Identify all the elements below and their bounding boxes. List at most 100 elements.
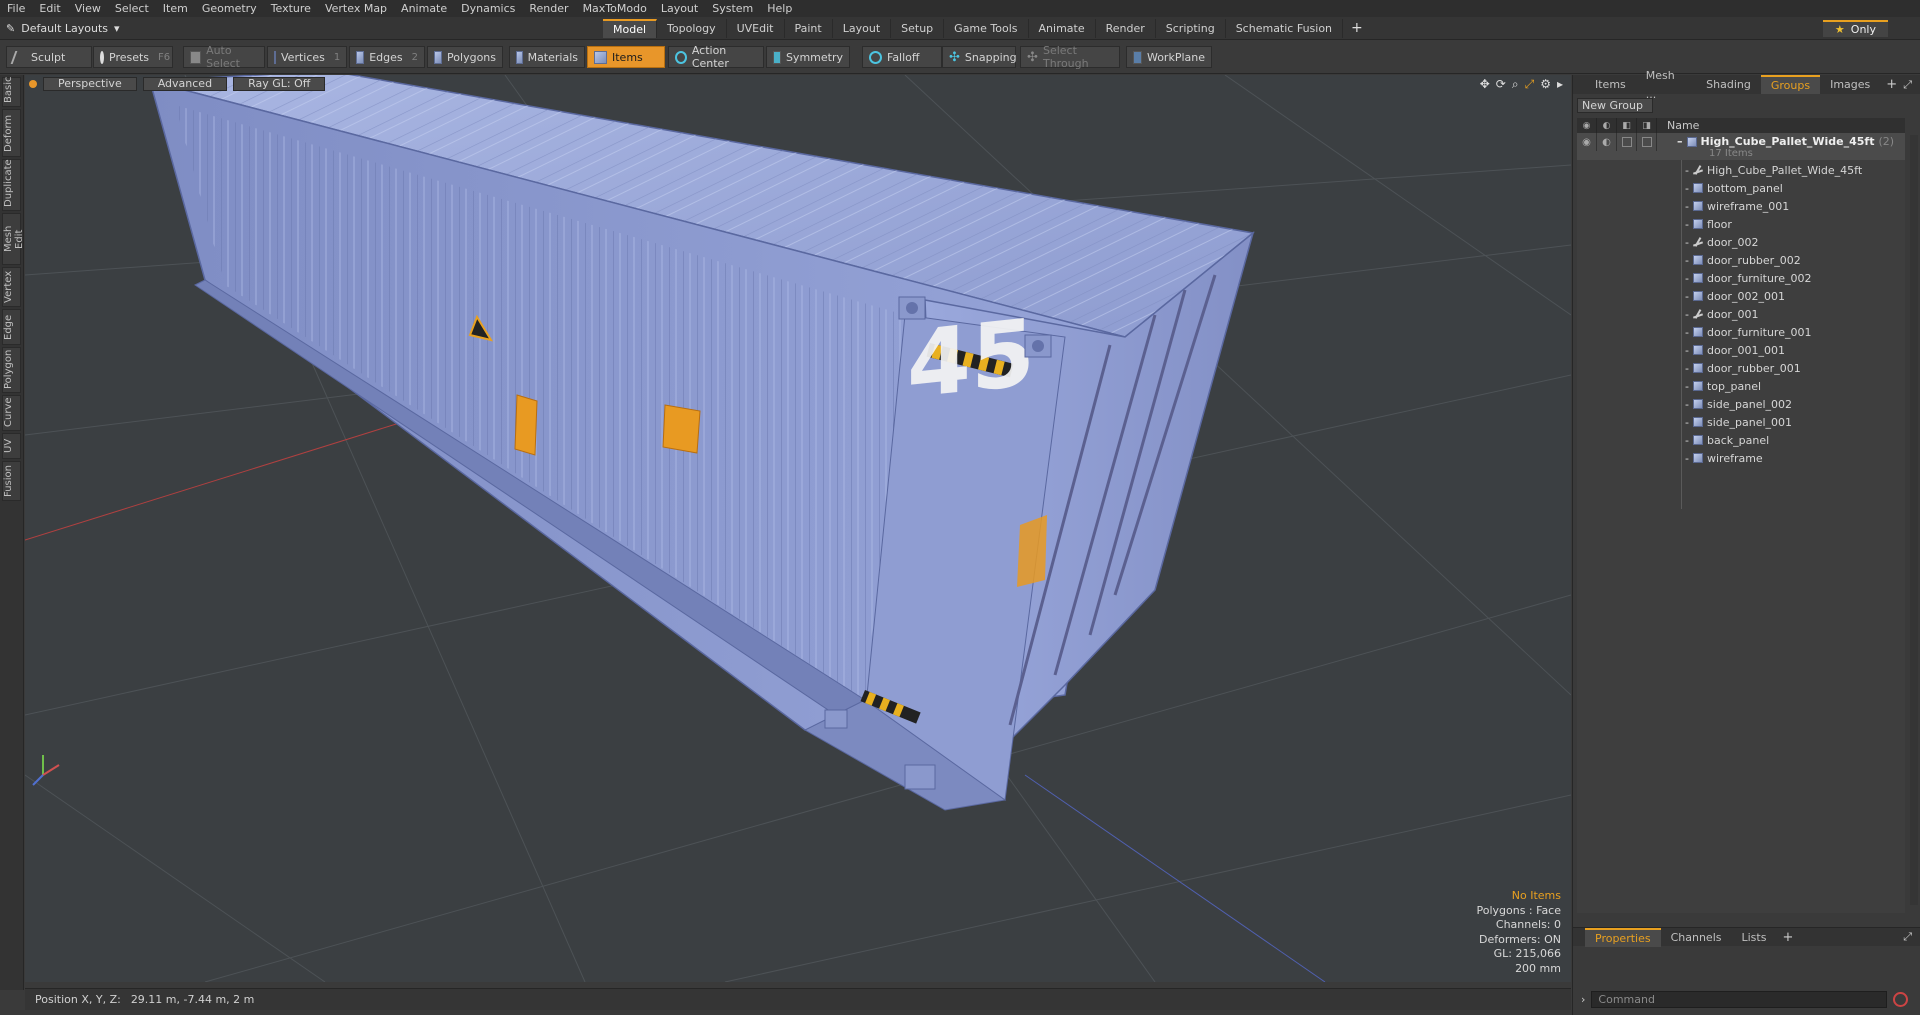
panel-tab-images[interactable]: Images: [1820, 75, 1880, 94]
layout-tab-layout[interactable]: Layout: [833, 19, 892, 38]
list-item[interactable]: - door_002: [1577, 233, 1905, 251]
list-item[interactable]: - bottom_panel: [1577, 179, 1905, 197]
list-item[interactable]: - door_rubber_001: [1577, 359, 1905, 377]
perspective-dropdown[interactable]: Perspective: [43, 76, 137, 91]
layout-tab-scripting[interactable]: Scripting: [1156, 19, 1226, 38]
collapse-icon[interactable]: –: [1677, 135, 1683, 148]
menu-dynamics[interactable]: Dynamics: [454, 2, 522, 15]
list-item[interactable]: - High_Cube_Pallet_Wide_45ft: [1577, 161, 1905, 179]
layout-tab-setup[interactable]: Setup: [891, 19, 945, 38]
select-toggle[interactable]: [1637, 133, 1657, 151]
menu-help[interactable]: Help: [760, 2, 799, 15]
move-icon[interactable]: ✥: [1480, 77, 1490, 92]
list-item[interactable]: - side_panel_002: [1577, 395, 1905, 413]
list-item[interactable]: - door_001_001: [1577, 341, 1905, 359]
stop-icon[interactable]: [1893, 991, 1909, 1007]
list-item[interactable]: - back_panel: [1577, 431, 1905, 449]
left-tab-fusion[interactable]: Fusion: [2, 461, 21, 501]
menu-maxtomodo[interactable]: MaxToModo: [576, 2, 654, 15]
menu-texture[interactable]: Texture: [264, 2, 318, 15]
expand-icon[interactable]: ▸: [1557, 77, 1563, 92]
bottom-tab-lists[interactable]: Lists: [1732, 928, 1777, 947]
group-row[interactable]: ◉ ◐ – High_Cube_Pallet_Wide_45ft (2) 17 Items: [1577, 133, 1905, 160]
layout-tab-render[interactable]: Render: [1096, 19, 1156, 38]
visibility-column-icon[interactable]: ◉: [1577, 118, 1597, 133]
items-button[interactable]: Items: [587, 46, 665, 68]
raygl-toggle[interactable]: Ray GL: Off: [233, 76, 326, 91]
list-item[interactable]: - door_001: [1577, 305, 1905, 323]
action-center-button[interactable]: Action Center: [668, 44, 764, 70]
select-column-icon[interactable]: ◨: [1637, 118, 1657, 133]
left-tab-curve[interactable]: Curve: [2, 395, 21, 431]
left-tab-edge[interactable]: Edge: [2, 309, 21, 345]
add-panel-tab-icon[interactable]: +: [1880, 77, 1903, 92]
3d-viewport[interactable]: 45 Perspective Advanced Ray GL: Off ✥ ⟳ …: [25, 75, 1571, 982]
list-item[interactable]: - top_panel: [1577, 377, 1905, 395]
list-item[interactable]: - floor: [1577, 215, 1905, 233]
polygons-button[interactable]: Polygons: [427, 46, 503, 68]
layout-tab-animate[interactable]: Animate: [1029, 19, 1096, 38]
list-item[interactable]: - side_panel_001: [1577, 413, 1905, 431]
left-tab-polygon[interactable]: Polygon: [2, 347, 21, 393]
zoom-icon[interactable]: ⌕: [1512, 77, 1519, 92]
snapping-button[interactable]: ✣ Snapping: [942, 46, 1017, 68]
menu-file[interactable]: File: [0, 2, 32, 15]
left-tab-basic[interactable]: Basic: [2, 77, 21, 107]
panel-tab-groups[interactable]: Groups: [1760, 75, 1821, 94]
fit-icon[interactable]: ⤢: [1525, 77, 1535, 92]
list-item[interactable]: - wireframe: [1577, 449, 1905, 467]
only-toggle[interactable]: ★ Only: [1822, 20, 1888, 37]
menu-layout[interactable]: Layout: [654, 2, 705, 15]
workplane-button[interactable]: WorkPlane: [1126, 46, 1212, 68]
list-item[interactable]: - door_furniture_002: [1577, 269, 1905, 287]
panel-tab-shading[interactable]: Shading: [1696, 75, 1761, 94]
presets-button[interactable]: Presets F6: [93, 46, 173, 68]
layout-tab-game-tools[interactable]: Game Tools: [944, 19, 1029, 38]
select-through-button[interactable]: ✣ Select Through: [1020, 44, 1120, 70]
command-input[interactable]: Command: [1591, 990, 1888, 1008]
layout-tab-model[interactable]: Model: [603, 19, 658, 38]
symmetry-button[interactable]: Symmetry: [766, 46, 850, 68]
vertices-button[interactable]: Vertices 1: [267, 46, 347, 68]
list-item[interactable]: - door_002_001: [1577, 287, 1905, 305]
list-item[interactable]: - wireframe_001: [1577, 197, 1905, 215]
bottom-tab-properties[interactable]: Properties: [1585, 927, 1661, 947]
render-icon[interactable]: ◐: [1597, 133, 1617, 151]
left-tab-uv[interactable]: UV: [2, 433, 21, 459]
falloff-button[interactable]: Falloff: [862, 46, 942, 68]
list-item[interactable]: - door_furniture_001: [1577, 323, 1905, 341]
layout-tab-schematic-fusion[interactable]: Schematic Fusion: [1226, 19, 1344, 38]
add-layout-tab-icon[interactable]: +: [1343, 19, 1371, 38]
panel-tab-items[interactable]: Items: [1585, 75, 1636, 94]
auto-select-button[interactable]: Auto Select: [183, 44, 265, 70]
menu-system[interactable]: System: [705, 2, 760, 15]
materials-button[interactable]: Materials: [509, 46, 585, 68]
render-column-icon[interactable]: ◐: [1597, 118, 1617, 133]
name-column-header[interactable]: Name: [1657, 119, 1699, 132]
new-group-button[interactable]: New Group: [1577, 98, 1653, 113]
visibility-icon[interactable]: ◉: [1577, 133, 1597, 151]
menu-geometry[interactable]: Geometry: [195, 2, 264, 15]
advanced-dropdown[interactable]: Advanced: [142, 76, 228, 91]
lock-column-icon[interactable]: ◧: [1617, 118, 1637, 133]
select-checkbox[interactable]: [1641, 137, 1652, 147]
menu-select[interactable]: Select: [108, 2, 156, 15]
menu-view[interactable]: View: [68, 2, 108, 15]
left-tab-vertex[interactable]: Vertex: [2, 267, 21, 307]
edges-button[interactable]: Edges 2: [349, 46, 425, 68]
menu-render[interactable]: Render: [522, 2, 575, 15]
layout-tab-uvedit[interactable]: UVEdit: [727, 19, 785, 38]
menu-item[interactable]: Item: [156, 2, 195, 15]
sculpt-button[interactable]: Sculpt: [6, 46, 92, 68]
rotate-icon[interactable]: ⟳: [1496, 77, 1506, 92]
left-tab-mesh-edit[interactable]: Mesh Edit: [2, 213, 25, 265]
layout-tab-topology[interactable]: Topology: [657, 19, 727, 38]
left-tab-deform[interactable]: Deform: [2, 109, 21, 157]
maximize-panel-icon[interactable]: ⤢: [1903, 78, 1912, 92]
left-tab-duplicate[interactable]: Duplicate: [2, 159, 21, 211]
lock-checkbox[interactable]: [1621, 137, 1632, 147]
list-scrollbar[interactable]: [1910, 135, 1918, 905]
layout-dropdown[interactable]: ✎ Default Layouts ▾: [6, 20, 120, 37]
maximize-bottom-icon[interactable]: ⤢: [1903, 930, 1912, 944]
layout-tab-paint[interactable]: Paint: [785, 19, 833, 38]
